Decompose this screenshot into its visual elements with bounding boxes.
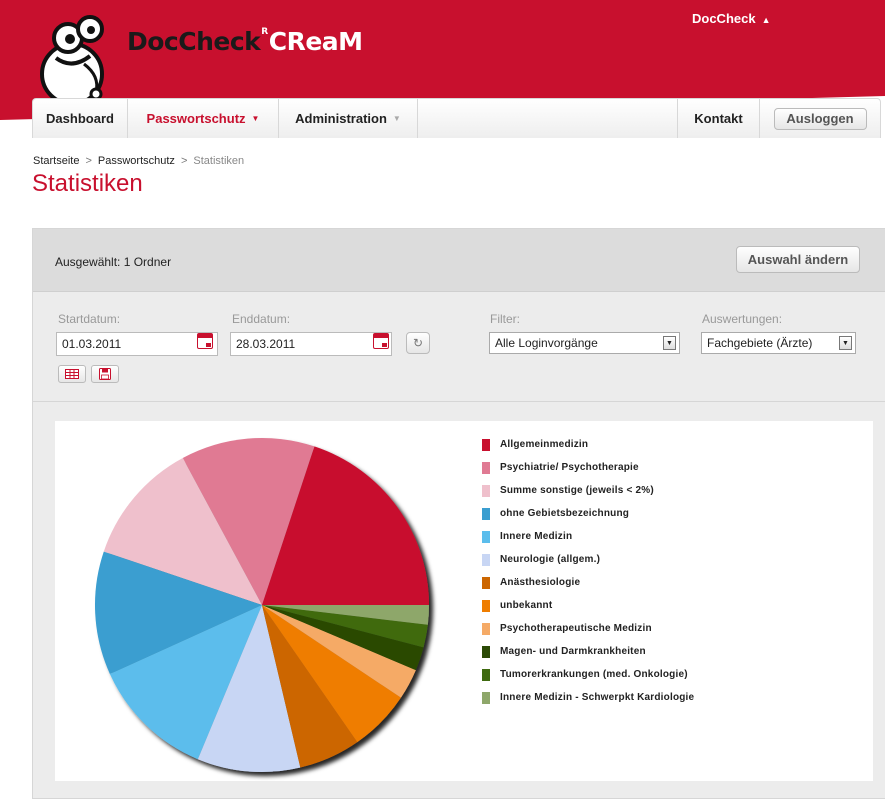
refresh-icon: ↻ — [412, 336, 424, 350]
legend-swatch — [482, 668, 490, 681]
legend-label: Psychiatrie/ Psychotherapie — [500, 462, 639, 473]
nav-dashboard[interactable]: Dashboard — [33, 99, 128, 138]
table-view-button[interactable] — [58, 365, 86, 383]
legend-label: Psychotherapeutische Medizin — [500, 623, 652, 634]
legend-item: Summe sonstige (jeweils < 2%) — [482, 479, 694, 502]
header: DocCheckRCReaM DocCheck ▲ Dashboard Passw… — [0, 0, 885, 138]
legend-label: ohne Gebietsbezeichnung — [500, 508, 630, 519]
filter-select[interactable]: Alle Loginvorgänge ▼ — [489, 332, 680, 354]
evaluation-select-value: Fachgebiete (Ärzte) — [707, 336, 813, 350]
logout-button[interactable]: Ausloggen — [773, 107, 867, 130]
statistics-panel: Ausgewählt: 1 Ordner Auswahl ändern Star… — [32, 228, 885, 799]
legend-item: Anästhesiologie — [482, 571, 694, 594]
start-date-input[interactable]: 01.03.2011 — [56, 332, 218, 356]
legend-swatch — [482, 484, 490, 497]
filter-form: Startdatum: 01.03.2011 Enddatum: 28.03.2… — [33, 292, 885, 402]
end-date-value: 28.03.2011 — [236, 337, 296, 351]
legend-swatch — [482, 599, 490, 612]
save-button[interactable] — [91, 365, 119, 383]
nav-dashboard-label: Dashboard — [46, 111, 114, 126]
evaluation-label: Auswertungen: — [702, 312, 783, 326]
start-date-value: 01.03.2011 — [62, 337, 122, 351]
legend-label: Allgemeinmedizin — [500, 439, 589, 450]
legend-label: Tumorerkrankungen (med. Onkologie) — [500, 669, 688, 680]
legend-label: Neurologie (allgem.) — [500, 554, 601, 565]
dropdown-caret-icon: ▼ — [392, 114, 401, 123]
dropdown-caret-icon: ▼ — [251, 114, 260, 123]
nav-administration[interactable]: Administration ▼ — [279, 99, 418, 138]
legend-label: Magen- und Darmkrankheiten — [500, 646, 646, 657]
breadcrumb-current: Statistiken — [193, 155, 245, 167]
brand-doccheck: DocCheck — [127, 27, 261, 56]
breadcrumb-section[interactable]: Passwortschutz — [98, 155, 175, 167]
account-label: DocCheck — [692, 11, 756, 26]
nav-passwortschutz-label: Passwortschutz — [146, 111, 246, 126]
evaluation-select[interactable]: Fachgebiete (Ärzte) ▼ — [701, 332, 856, 354]
legend-item: unbekannt — [482, 594, 694, 617]
breadcrumb-home[interactable]: Startseite — [33, 155, 79, 167]
registered-mark: R — [261, 27, 268, 37]
page-title: Statistiken — [32, 170, 143, 197]
legend-swatch — [482, 645, 490, 658]
legend-label: Innere Medizin - Schwerpkt Kardiologie — [500, 692, 695, 703]
nav-administration-label: Administration — [295, 111, 387, 126]
nav-kontakt-label: Kontakt — [694, 111, 743, 126]
brand-cream: CReaM — [268, 27, 363, 56]
legend-label: unbekannt — [500, 600, 553, 611]
breadcrumb-separator: > — [85, 155, 92, 167]
nav-kontakt[interactable]: Kontakt — [678, 99, 760, 138]
select-arrow-icon: ▼ — [663, 336, 676, 350]
legend-swatch — [482, 691, 490, 704]
legend-item: Psychiatrie/ Psychotherapie — [482, 456, 694, 479]
end-date-label: Enddatum: — [232, 312, 291, 326]
end-date-input[interactable]: 28.03.2011 — [230, 332, 392, 356]
legend-label: Innere Medizin — [500, 531, 573, 542]
account-menu[interactable]: DocCheck ▲ — [692, 11, 771, 26]
legend-swatch — [482, 461, 490, 474]
main-navbar: Dashboard Passwortschutz ▼ Administration… — [32, 98, 881, 138]
legend-swatch — [482, 507, 490, 520]
breadcrumb-separator: > — [180, 155, 188, 167]
change-selection-button[interactable]: Auswahl ändern — [736, 246, 860, 273]
save-icon — [99, 368, 111, 380]
calendar-icon[interactable] — [373, 333, 389, 349]
legend-label: Anästhesiologie — [500, 577, 581, 588]
pie-chart — [94, 437, 430, 772]
nav-passwortschutz[interactable]: Passwortschutz ▼ — [128, 99, 279, 138]
breadcrumb: Startseite > Passwortschutz > Statistiken — [33, 155, 244, 167]
logout-wrap: Ausloggen — [760, 99, 880, 138]
legend-swatch — [482, 576, 490, 589]
selection-text: Ausgewählt: 1 Ordner — [55, 255, 172, 269]
brand-title: DocCheckRCReaM — [127, 27, 363, 56]
select-arrow-icon: ▼ — [839, 336, 852, 350]
legend-item: Psychotherapeutische Medizin — [482, 617, 694, 640]
legend-item: ohne Gebietsbezeichnung — [482, 502, 694, 525]
legend-label: Summe sonstige (jeweils < 2%) — [500, 485, 654, 496]
legend-swatch — [482, 622, 490, 635]
legend-item: Tumorerkrankungen (med. Onkologie) — [482, 663, 694, 686]
legend-swatch — [482, 553, 490, 566]
filter-select-value: Alle Loginvorgänge — [495, 336, 598, 350]
table-icon — [65, 369, 79, 379]
legend-swatch — [482, 438, 490, 451]
legend-item: Innere Medizin — [482, 525, 694, 548]
chart-area: Allgemeinmedizin Psychiatrie/ Psychothera… — [55, 421, 873, 781]
legend-item: Innere Medizin - Schwerpkt Kardiologie — [482, 686, 694, 709]
legend-swatch — [482, 530, 490, 543]
legend-item: Magen- und Darmkrankheiten — [482, 640, 694, 663]
start-date-label: Startdatum: — [58, 312, 121, 326]
legend-item: Neurologie (allgem.) — [482, 548, 694, 571]
caret-up-icon: ▲ — [761, 15, 771, 25]
nav-spacer — [418, 99, 678, 138]
selection-bar: Ausgewählt: 1 Ordner Auswahl ändern — [33, 229, 885, 292]
chart-legend: Allgemeinmedizin Psychiatrie/ Psychothera… — [482, 433, 694, 709]
filter-label: Filter: — [490, 312, 520, 326]
calendar-icon[interactable] — [197, 333, 213, 349]
refresh-button[interactable]: ↻ — [406, 332, 430, 354]
doccheck-mascot-logo[interactable] — [38, 14, 116, 102]
legend-item: Allgemeinmedizin — [482, 433, 694, 456]
